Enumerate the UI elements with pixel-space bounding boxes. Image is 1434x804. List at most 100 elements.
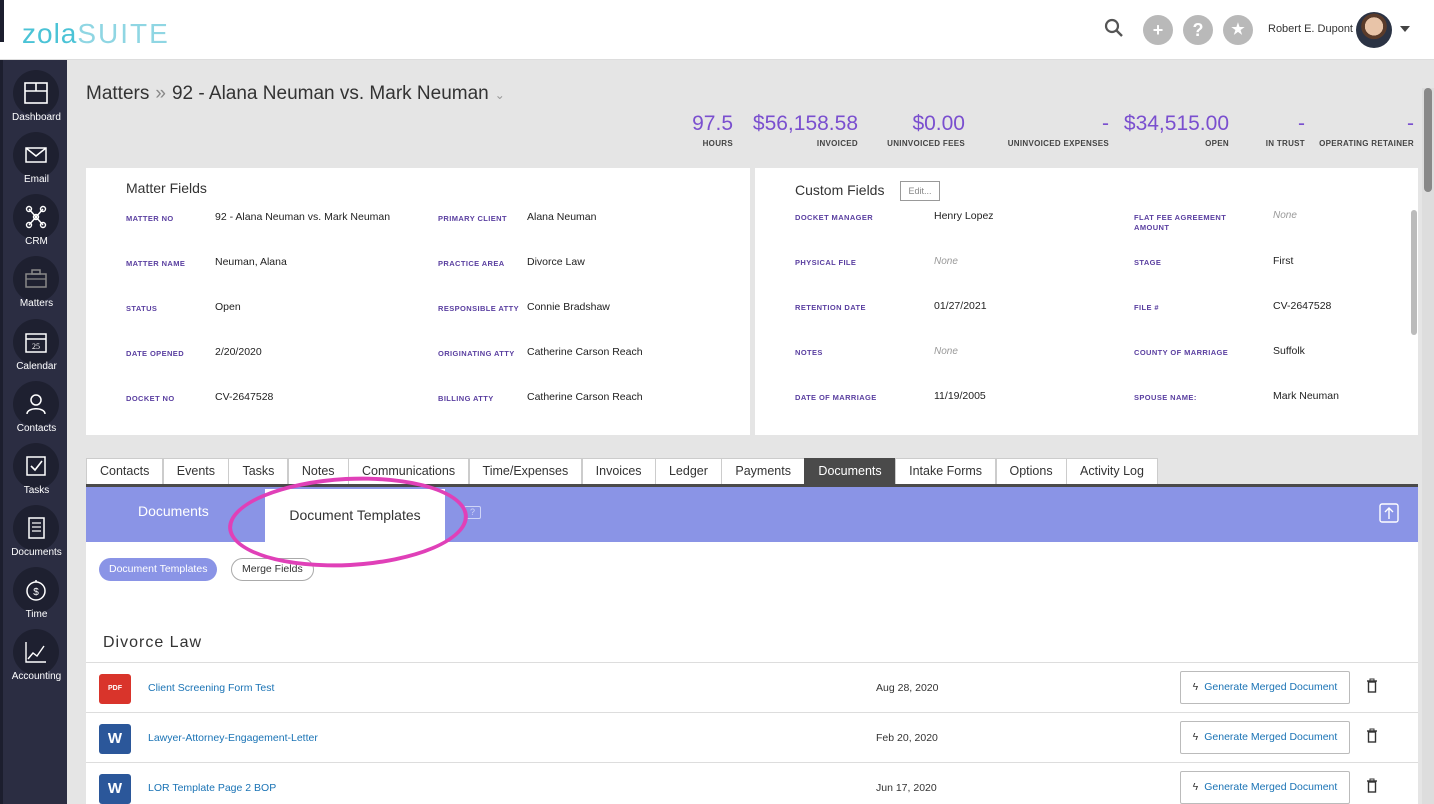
trash-icon[interactable] bbox=[1366, 678, 1378, 693]
tab-communications[interactable]: Communications bbox=[347, 458, 470, 484]
network-icon bbox=[13, 194, 59, 240]
subtab-documents[interactable]: Documents bbox=[138, 503, 209, 519]
generate-merged-document-button[interactable]: ϟ Generate Merged Document bbox=[1180, 671, 1350, 704]
tab-notes[interactable]: Notes bbox=[287, 458, 349, 484]
field-value: Suffolk bbox=[1273, 345, 1305, 357]
field-value: None bbox=[934, 256, 958, 267]
word-file-icon: W bbox=[99, 774, 131, 804]
avatar[interactable] bbox=[1356, 12, 1392, 48]
pdf-file-icon: PDF bbox=[99, 674, 131, 704]
table-row: PDF Client Screening Form Test Aug 28, 2… bbox=[86, 662, 1418, 712]
sidebar-item-matters[interactable]: Matters bbox=[3, 248, 70, 310]
pill-merge-fields[interactable]: Merge Fields bbox=[231, 558, 314, 581]
sidebar-label: Email bbox=[23, 174, 49, 185]
tab-payments[interactable]: Payments bbox=[721, 458, 805, 484]
help-circle-icon[interactable]: ? bbox=[1183, 15, 1213, 45]
upload-icon[interactable] bbox=[1378, 502, 1400, 524]
template-name-link[interactable]: LOR Template Page 2 BOP bbox=[148, 782, 276, 794]
button-label: Generate Merged Document bbox=[1204, 731, 1338, 743]
field-label: SPOUSE NAME: bbox=[1134, 393, 1197, 402]
stat-value: - bbox=[1298, 112, 1305, 135]
panel-scrollbar[interactable] bbox=[1411, 210, 1417, 335]
stat-value: $0.00 bbox=[912, 112, 965, 135]
stat-hours: 97.5 HOURS bbox=[692, 112, 733, 148]
app-logo[interactable]: zolaSUITE bbox=[22, 18, 170, 50]
tab-events[interactable]: Events bbox=[162, 458, 230, 484]
tab-intake-forms[interactable]: Intake Forms bbox=[895, 458, 997, 484]
stat-uninvoiced-expenses: - UNINVOICED EXPENSES bbox=[1008, 112, 1109, 148]
sidebar-label: CRM bbox=[25, 236, 48, 247]
sidebar-item-tasks[interactable]: Tasks bbox=[3, 435, 70, 497]
breadcrumb-root[interactable]: Matters bbox=[86, 83, 149, 104]
trash-icon[interactable] bbox=[1366, 728, 1378, 743]
sidebar-item-crm[interactable]: CRM bbox=[3, 186, 70, 248]
stat-label: IN TRUST bbox=[1265, 139, 1305, 148]
field-label: COUNTY OF MARRIAGE bbox=[1134, 348, 1229, 357]
chevron-down-icon[interactable]: ⌄ bbox=[495, 88, 505, 102]
briefcase-icon bbox=[13, 256, 59, 302]
tab-activity-log[interactable]: Activity Log bbox=[1066, 458, 1158, 484]
top-corner bbox=[0, 0, 4, 42]
sidebar-item-email[interactable]: Email bbox=[3, 124, 70, 186]
stat-value: - bbox=[1102, 112, 1109, 135]
trash-icon[interactable] bbox=[1366, 778, 1378, 793]
field-label: FILE # bbox=[1134, 303, 1159, 312]
tab-ledger[interactable]: Ledger bbox=[654, 458, 722, 484]
sidebar-item-accounting[interactable]: Accounting bbox=[3, 621, 70, 683]
field-value: First bbox=[1273, 255, 1294, 267]
sidebar-item-contacts[interactable]: Contacts bbox=[3, 373, 70, 435]
sidebar-label: Accounting bbox=[11, 671, 62, 682]
tab-options[interactable]: Options bbox=[995, 458, 1067, 484]
sidebar-item-dashboard[interactable]: Dashboard bbox=[3, 62, 70, 124]
templates-content: Document Templates Merge Fields Divorce … bbox=[86, 542, 1418, 804]
chart-icon bbox=[13, 629, 59, 675]
search-icon[interactable] bbox=[1104, 18, 1124, 38]
button-label: Generate Merged Document bbox=[1204, 681, 1338, 693]
stat-label: OPEN bbox=[1205, 139, 1229, 148]
tab-invoices[interactable]: Invoices bbox=[581, 458, 656, 484]
field-value: None bbox=[934, 346, 958, 357]
page-scrollbar-thumb[interactable] bbox=[1424, 88, 1432, 192]
sidebar-item-calendar[interactable]: 25 Calendar bbox=[3, 311, 70, 373]
field-value: CV-2647528 bbox=[215, 391, 274, 403]
field-value: Catherine Carson Reach bbox=[527, 346, 643, 358]
field-label: PHYSICAL FILE bbox=[795, 258, 857, 267]
edit-button[interactable]: Edit... bbox=[900, 181, 940, 201]
lightning-icon: ϟ bbox=[1192, 731, 1199, 743]
generate-merged-document-button[interactable]: ϟ Generate Merged Document bbox=[1180, 721, 1350, 754]
star-icon[interactable]: ★ bbox=[1223, 15, 1253, 45]
user-name[interactable]: Robert E. Dupont bbox=[1268, 23, 1353, 35]
word-file-icon: W bbox=[99, 724, 131, 754]
stat-label: OPERATING RETAINER bbox=[1319, 139, 1414, 148]
envelope-icon bbox=[13, 132, 59, 178]
calendar-icon: 25 bbox=[13, 319, 59, 365]
pill-document-templates[interactable]: Document Templates bbox=[99, 558, 218, 581]
add-icon[interactable]: + bbox=[1143, 15, 1173, 45]
field-value: 2/20/2020 bbox=[215, 346, 262, 358]
subtab-document-templates[interactable]: Document Templates bbox=[265, 489, 445, 542]
svg-text:$: $ bbox=[33, 587, 39, 598]
help-icon[interactable]: ? bbox=[464, 506, 481, 519]
field-label: RETENTION DATE bbox=[795, 303, 866, 312]
generate-merged-document-button[interactable]: ϟ Generate Merged Document bbox=[1180, 771, 1350, 804]
field-value: Open bbox=[215, 301, 241, 313]
template-name-link[interactable]: Lawyer-Attorney-Engagement-Letter bbox=[148, 732, 318, 744]
tab-documents[interactable]: Documents bbox=[804, 458, 896, 484]
sidebar-item-time[interactable]: $ Time bbox=[3, 559, 70, 621]
stat-invoiced: $56,158.58 INVOICED bbox=[753, 112, 858, 148]
template-name-link[interactable]: Client Screening Form Test bbox=[148, 682, 274, 694]
chevron-down-icon[interactable] bbox=[1400, 26, 1410, 32]
field-value: Neuman, Alana bbox=[215, 256, 287, 268]
checkbox-icon bbox=[13, 443, 59, 489]
stat-open: $34,515.00 OPEN bbox=[1124, 112, 1229, 148]
page-scrollbar[interactable] bbox=[1422, 88, 1434, 804]
template-date: Jun 17, 2020 bbox=[876, 782, 937, 794]
top-bar: zolaSUITE + ? ★ Robert E. Dupont bbox=[0, 0, 1434, 60]
tab-time-expenses[interactable]: Time/Expenses bbox=[468, 458, 583, 484]
sidebar-item-documents[interactable]: Documents bbox=[3, 497, 70, 559]
tab-tasks[interactable]: Tasks bbox=[228, 458, 289, 484]
field-label: STAGE bbox=[1134, 258, 1162, 267]
document-icon bbox=[13, 505, 59, 551]
field-value: 92 - Alana Neuman vs. Mark Neuman bbox=[215, 211, 391, 223]
tab-contacts[interactable]: Contacts bbox=[86, 458, 164, 484]
